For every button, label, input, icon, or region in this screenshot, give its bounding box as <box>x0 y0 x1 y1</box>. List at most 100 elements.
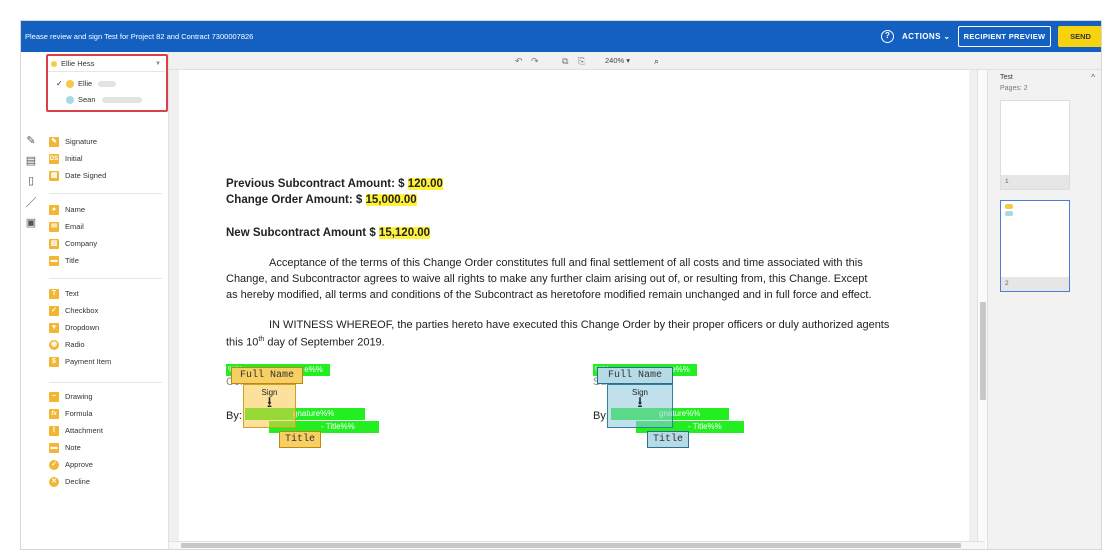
paste-icon[interactable]: ⎘ <box>578 54 585 68</box>
tag-text: e%% <box>671 365 690 374</box>
paragraph-line: Change, and Subcontractor agrees to waiv… <box>226 273 868 285</box>
field-label: Formula <box>65 409 93 418</box>
recipient-color-dot <box>66 96 74 104</box>
recipient-color-dot <box>66 80 74 88</box>
vertical-scrollbar[interactable] <box>977 70 987 541</box>
change-amount-value: 15,000.00 <box>365 194 417 206</box>
copy-icon[interactable]: ⧉ <box>562 54 568 68</box>
field-label: Text <box>65 289 79 298</box>
divider <box>49 193 162 194</box>
field-label: Attachment <box>65 426 103 435</box>
paragraph-line: this 10th day of September 2019. <box>226 336 385 349</box>
drawing-icon: ~ <box>49 392 59 402</box>
new-amount-label: New Subcontract Amount $ <box>226 227 379 239</box>
signature-tool-icon[interactable]: ✎ <box>24 134 38 148</box>
building-icon: ▥ <box>49 239 59 249</box>
contractor-title-field[interactable]: Title <box>279 431 321 448</box>
image-tool-icon[interactable]: ▣ <box>24 216 38 230</box>
field-label: Signature <box>65 137 98 146</box>
date-text: day of September 2019. <box>264 336 385 349</box>
subcontractor-title-field[interactable]: Title <box>647 431 689 448</box>
tool-icon-strip: ✎ ▤ ▯ ／ ▣ <box>21 52 43 549</box>
chevron-up-icon[interactable]: ^ <box>1091 73 1095 82</box>
download-arrow-icon: ⭳ <box>637 395 643 412</box>
page-thumbnail-2[interactable]: 2 <box>1000 200 1070 292</box>
scroll-thumb[interactable] <box>980 302 986 400</box>
page-thumbnails-panel: Test Pages: 2 ^ 1 2 <box>987 70 1101 549</box>
undo-icon[interactable]: ↶ <box>515 54 523 68</box>
document-name: Test <box>1000 74 1013 81</box>
recipient-preview-button[interactable]: RECIPIENT PREVIEW <box>958 26 1051 47</box>
field-label: Decline <box>65 477 91 486</box>
briefcase-icon: ▬ <box>49 256 59 266</box>
document-viewport: Previous Subcontract Amount: $ 120.00 Ch… <box>169 70 977 541</box>
recipient-name: Sean <box>78 95 96 104</box>
dropdown-icon: ▾ <box>49 323 59 333</box>
check-icon: ✓ <box>56 79 63 88</box>
recipient-marker <box>1005 204 1013 209</box>
actions-menu-button[interactable]: ACTIONS ⌄ <box>902 21 951 52</box>
send-button[interactable]: SEND <box>1058 26 1101 47</box>
redacted-surname <box>98 81 116 87</box>
radio-icon: ◉ <box>49 340 59 350</box>
recipient-option-sean[interactable]: Sean <box>58 93 162 107</box>
help-icon[interactable]: ? <box>881 30 894 43</box>
page-count: Pages: 2 <box>1000 85 1028 92</box>
decline-icon: ✕ <box>49 477 59 487</box>
recipient-option-ellie[interactable]: ✓ Ellie <box>56 77 158 91</box>
note-tool-icon[interactable]: ▯ <box>24 174 38 188</box>
page-thumbnail-1[interactable]: 1 <box>1000 100 1070 190</box>
field-label: Payment Item <box>65 357 112 366</box>
field-label: Initial <box>65 154 83 163</box>
zoom-select[interactable]: 240% ▾ <box>605 54 630 68</box>
document-toolbar: ↶ ↷ ⧉ ⎘ 240% ▾ ⌕ <box>169 52 1101 70</box>
pen-tool-icon[interactable]: ／ <box>24 196 38 210</box>
tag-text: e%% <box>304 365 323 374</box>
new-amount-line: New Subcontract Amount $ 15,120.00 <box>226 227 431 239</box>
field-label: Company <box>65 239 98 248</box>
field-label: Email <box>65 222 84 231</box>
change-amount-label: Change Order Amount: $ <box>226 194 366 206</box>
document-page: Previous Subcontract Amount: $ 120.00 Ch… <box>179 70 969 541</box>
redacted-surname <box>102 97 142 103</box>
previous-amount-line: Previous Subcontract Amount: $ 120.00 <box>226 178 443 190</box>
initial-icon: DS <box>49 154 59 164</box>
date-text: this 10 <box>226 336 259 349</box>
field-label: Approve <box>65 460 93 469</box>
contractor-sign-field[interactable]: Sign ⭳ <box>243 384 296 428</box>
field-label: Dropdown <box>65 323 100 332</box>
field-label: Date Signed <box>65 171 107 180</box>
subcontractor-full-name-field[interactable]: Full Name <box>597 367 673 384</box>
paragraph-line: IN WITNESS WHEREOF, the parties hereto h… <box>269 319 890 331</box>
previous-amount-value: 120.00 <box>407 178 443 190</box>
person-icon: ● <box>49 205 59 215</box>
app-window: Please review and sign Test for Project … <box>20 20 1102 550</box>
instruction-message: Please review and sign Test for Project … <box>25 32 254 41</box>
stamp-tool-icon[interactable]: ▤ <box>24 154 38 168</box>
field-sidebar: Ellie Hess ▼ ✓ Ellie Sean ✎ Signature DS <box>43 52 169 549</box>
divider <box>49 278 162 279</box>
by-label: By: <box>226 410 242 422</box>
checkbox-icon: ✓ <box>49 306 59 316</box>
recipient-dropdown: ✓ Ellie Sean <box>46 54 168 112</box>
divider <box>49 382 162 383</box>
scroll-thumb[interactable] <box>181 543 961 548</box>
recipient-marker <box>1005 211 1013 216</box>
formula-icon: fx <box>49 409 59 419</box>
page-number: 1 <box>1001 175 1069 189</box>
tag-text: - Title%% <box>321 422 355 431</box>
contractor-full-name-field[interactable]: Full Name <box>231 367 303 384</box>
subcontractor-sign-field[interactable]: Sign ⭳ <box>607 384 673 428</box>
horizontal-scrollbar[interactable] <box>169 541 985 549</box>
approve-icon: ✓ <box>49 460 59 470</box>
field-label: Checkbox <box>65 306 99 315</box>
note-icon: ▬ <box>49 443 59 453</box>
recipient-name: Ellie <box>78 79 93 88</box>
payment-icon: $ <box>49 357 59 367</box>
field-label: Name <box>65 205 86 214</box>
download-arrow-icon: ⭳ <box>266 395 273 412</box>
field-label: Note <box>65 443 81 452</box>
comment-icon[interactable]: ⌕ <box>654 54 659 68</box>
field-label: Drawing <box>65 392 93 401</box>
redo-icon[interactable]: ↷ <box>531 54 539 68</box>
